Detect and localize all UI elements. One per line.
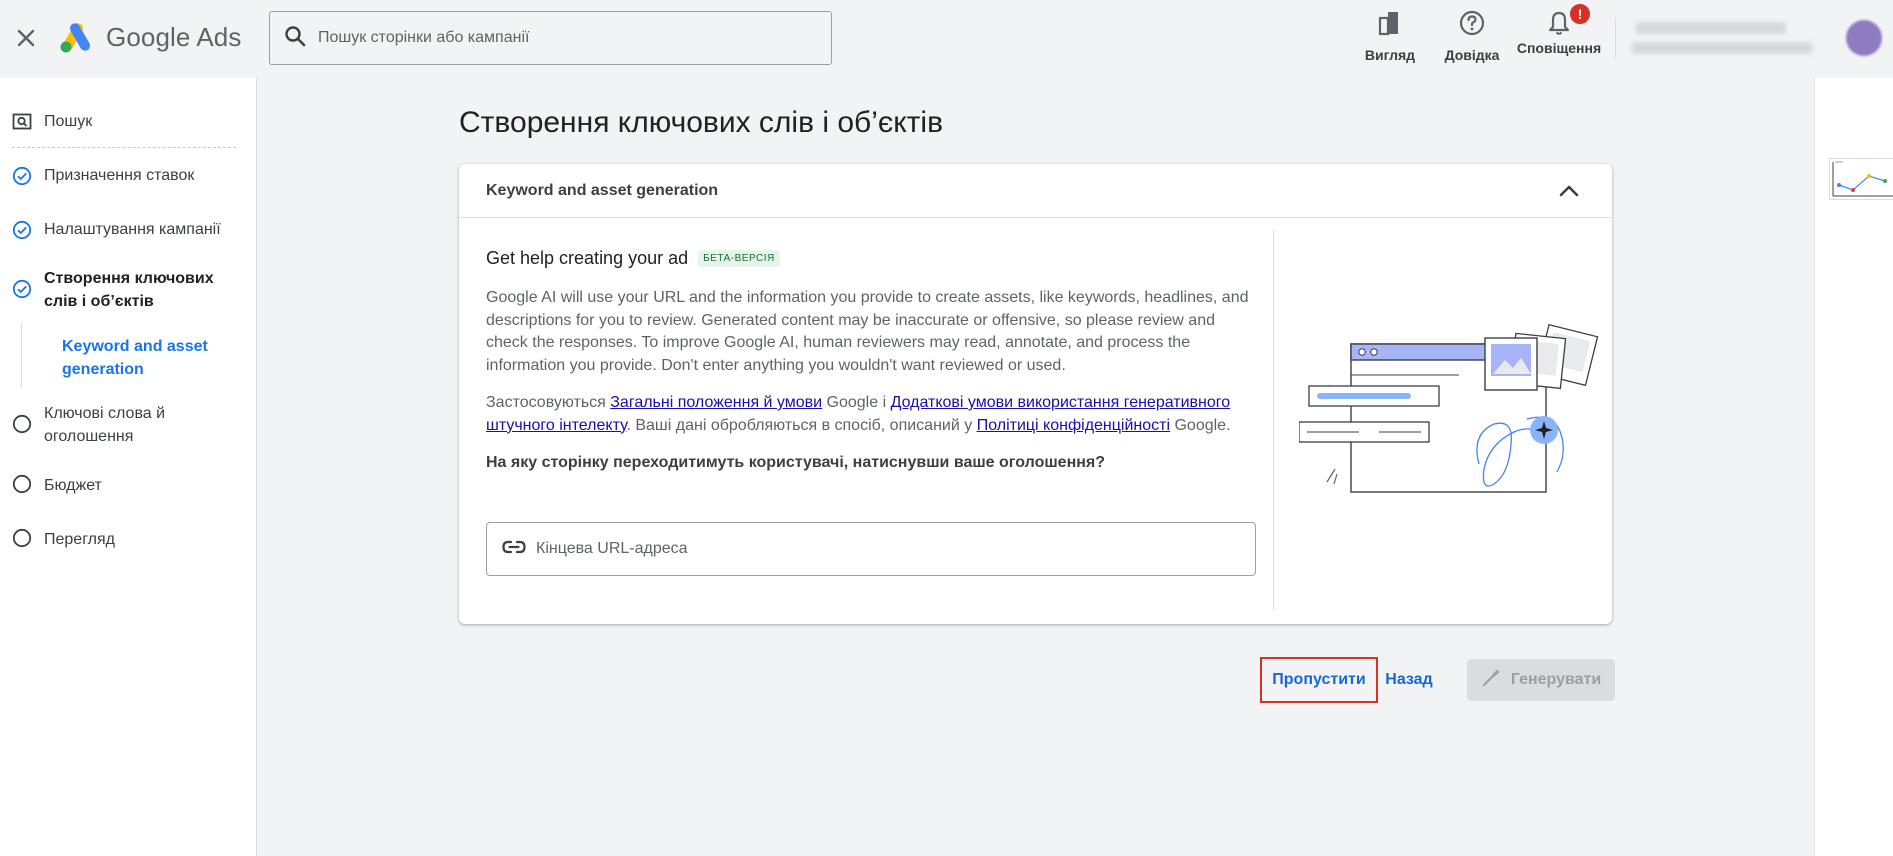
avatar[interactable] (1846, 20, 1882, 56)
terms-link-general[interactable]: Загальні положення й умови (610, 394, 822, 411)
chevron-up-icon[interactable] (1556, 178, 1582, 204)
brand-name: Google Ads (106, 22, 241, 53)
google-ads-logo-icon (58, 20, 94, 54)
sidebar-item-label: Створення ключових слів і об’єктів (44, 270, 214, 310)
skip-button[interactable]: Пропустити (1260, 657, 1378, 703)
beta-badge: БЕТА-ВЕРСІЯ (698, 250, 780, 267)
link-icon (502, 540, 526, 559)
account-info[interactable] (1632, 20, 1812, 56)
help-label: Довідка (1444, 47, 1500, 63)
right-panel (1814, 78, 1893, 856)
sidebar-item-label: Бюджет (44, 477, 102, 494)
empty-circle-icon (12, 474, 32, 494)
terms-prefix: Застосовуються (486, 394, 611, 411)
bell-icon: ! (1546, 2, 1592, 35)
brand-google: Google (106, 22, 191, 52)
search-input[interactable] (318, 29, 798, 47)
search-box[interactable] (269, 11, 832, 65)
sidebar: Пошук Призначення ставок Налаштування ка… (0, 78, 257, 856)
sidebar-item-label: Перегляд (44, 531, 116, 548)
back-button[interactable]: Назад (1378, 657, 1440, 703)
performance-preview-icon[interactable] (1829, 158, 1893, 200)
help-icon (1459, 8, 1485, 41)
card-header[interactable]: Keyword and asset generation (459, 164, 1612, 218)
page-title: Створення ключових слів і об’єктів (459, 106, 944, 139)
final-url-field[interactable] (486, 522, 1256, 576)
help-heading: Get help creating your ad БЕТА-ВЕРСІЯ (486, 248, 1256, 269)
sidebar-item-label: Налаштування кампанії (44, 221, 221, 238)
sidebar-item-label: Ключові слова й оголошення (44, 405, 166, 445)
card-content: Get help creating your ad БЕТА-ВЕРСІЯ Go… (486, 248, 1256, 472)
view-button[interactable]: Вигляд (1365, 8, 1415, 68)
search-icon (284, 25, 306, 52)
notification-badge: ! (1568, 2, 1592, 26)
account-email-blurred (1632, 42, 1812, 54)
sidebar-subitem-keyword-asset-generation[interactable]: Keyword and asset generation (62, 335, 242, 381)
sidebar-item-label: Призначення ставок (44, 167, 195, 184)
content-divider (1273, 230, 1274, 610)
sidebar-item-search[interactable]: Пошук (0, 110, 257, 134)
empty-circle-icon (12, 414, 32, 434)
generate-button[interactable]: Генерувати (1467, 659, 1615, 701)
keyword-asset-card: Keyword and asset generation Get help cr… (459, 164, 1612, 624)
terms-suffix: Google. (1170, 416, 1231, 434)
help-button[interactable]: Довідка (1442, 8, 1502, 68)
brand-ads: Ads (196, 22, 242, 52)
search-page-icon (12, 112, 32, 132)
terms-link-privacy[interactable]: Політиці конфіденційності (977, 417, 1170, 434)
help-title: Get help creating your ad (486, 248, 689, 268)
notifications-label: Сповіщення (1516, 40, 1602, 56)
check-circle-icon (12, 166, 32, 186)
card-title: Keyword and asset generation (486, 181, 719, 199)
ad-illustration (1298, 323, 1599, 524)
sidebar-item-budget[interactable]: Бюджет (0, 474, 257, 498)
account-name-blurred (1636, 22, 1786, 34)
check-circle-icon (12, 220, 32, 240)
top-bar: Google Ads Вигляд Довідка ! Сповіщення (0, 0, 1893, 78)
substep-line (21, 323, 22, 388)
terms-text: Застосовуються Загальні положення й умов… (486, 392, 1256, 437)
sidebar-item-keywords-ads[interactable]: Ключові слова й оголошення (0, 402, 257, 450)
sidebar-item-bidding[interactable]: Призначення ставок (0, 164, 257, 188)
terms-mid-2: . Ваші дані обробляються в спосіб, описа… (626, 416, 977, 434)
sidebar-divider (12, 147, 236, 148)
sidebar-item-label: Пошук (44, 113, 93, 130)
view-icon (1378, 8, 1402, 41)
final-url-input[interactable] (536, 540, 1236, 558)
header-divider (1615, 18, 1616, 58)
sidebar-item-keywords-assets[interactable]: Створення ключових слів і об’єктів (0, 267, 257, 315)
magic-wand-icon (1481, 668, 1511, 693)
url-question: На яку сторінку переходитимуть користува… (486, 454, 1106, 471)
empty-circle-icon (12, 528, 32, 548)
close-icon[interactable] (14, 24, 38, 52)
ai-description: Google AI will use your URL and the info… (486, 289, 1249, 374)
generate-label: Генерувати (1510, 671, 1602, 688)
view-label: Вигляд (1364, 47, 1416, 63)
sidebar-item-review[interactable]: Перегляд (0, 528, 257, 552)
sidebar-item-campaign-settings[interactable]: Налаштування кампанії (0, 218, 257, 242)
terms-mid-1: Google і (822, 394, 891, 411)
check-circle-icon (12, 279, 32, 299)
notifications-button[interactable]: ! Сповіщення (1513, 2, 1605, 68)
